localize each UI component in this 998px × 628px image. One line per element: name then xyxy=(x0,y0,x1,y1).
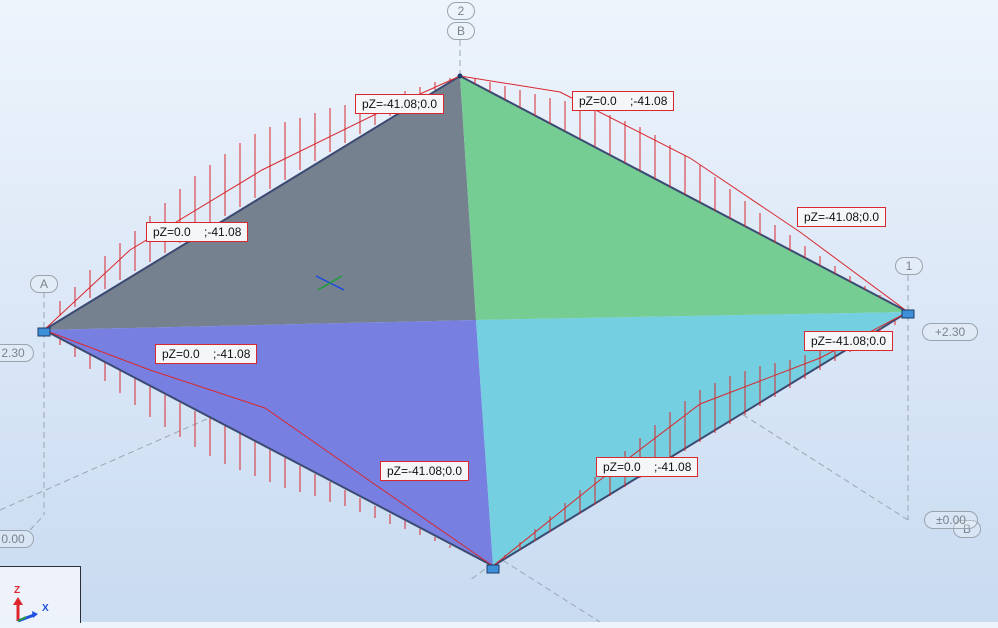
level-left-bubble[interactable]: 2.30 xyxy=(0,344,34,362)
roof-panel-front-left[interactable] xyxy=(44,320,493,566)
apex-node[interactable] xyxy=(457,73,463,79)
load-label-bottom-right[interactable]: pZ=0.0 ;-41.08 xyxy=(596,457,699,477)
axis-z-label: Z xyxy=(14,585,21,596)
axis-x-label: X xyxy=(42,603,49,614)
roof-panel-back-left[interactable] xyxy=(44,76,476,330)
grid-axis-b-top-bubble[interactable]: B xyxy=(447,22,475,40)
load-label-left-lower[interactable]: pZ=0.0 ;-41.08 xyxy=(155,344,258,364)
axis-triad: Z X xyxy=(0,566,81,623)
load-label-right-lower[interactable]: pZ=-41.08;0.0 xyxy=(804,331,894,351)
support-left[interactable] xyxy=(37,327,51,337)
load-label-top-left[interactable]: pZ=-41.08;0.0 xyxy=(355,94,445,114)
level-bottom-left-bubble[interactable]: 0.00 xyxy=(0,530,34,548)
level-bottom-right-bubble[interactable]: ±0.00 xyxy=(924,511,978,529)
load-label-right-upper[interactable]: pZ=-41.08;0.0 xyxy=(797,207,887,227)
load-label-top-right[interactable]: pZ=0.0 ;-41.08 xyxy=(572,91,675,111)
axis-triad-arrows-icon xyxy=(13,597,38,623)
grid-axis-2-bubble[interactable]: 2 xyxy=(447,2,475,20)
support-right[interactable] xyxy=(901,309,915,319)
grid-axis-a-bubble[interactable]: A xyxy=(30,275,58,293)
load-label-bottom-center[interactable]: pZ=-41.08;0.0 xyxy=(380,461,470,481)
support-bottom[interactable] xyxy=(486,564,500,574)
level-right-bubble[interactable]: +2.30 xyxy=(922,323,978,341)
model-viewport[interactable] xyxy=(0,0,998,622)
roof-panel-back-right[interactable] xyxy=(460,76,908,320)
load-label-left-upper[interactable]: pZ=0.0 ;-41.08 xyxy=(146,222,249,242)
grid-axis-1-bubble[interactable]: 1 xyxy=(895,257,923,275)
